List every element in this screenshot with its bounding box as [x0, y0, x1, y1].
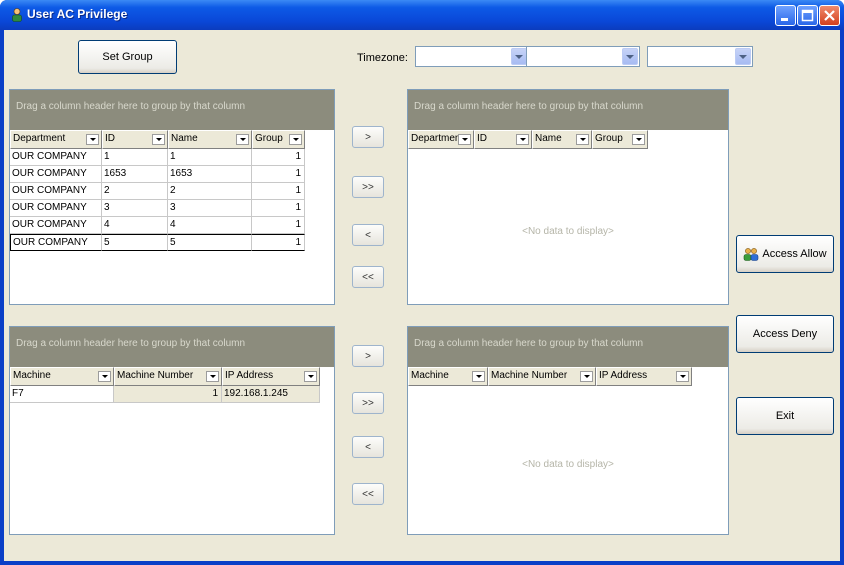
group-by-panel[interactable]: Drag a column header here to group by th…: [408, 90, 728, 130]
client-area: Set Group Timezone: Drag a column header…: [4, 30, 840, 561]
table-row[interactable]: OUR COMPANY 1653 1653 1: [10, 166, 305, 183]
empty-grid-message: <No data to display>: [522, 226, 614, 237]
exit-button[interactable]: Exit: [736, 397, 834, 435]
column-header-machine[interactable]: Machine: [10, 367, 114, 386]
grid-rows: OUR COMPANY 1 1 1 OUR COMPANY 1653 1653 …: [10, 149, 305, 251]
title-bar[interactable]: User AC Privilege: [0, 0, 844, 30]
filter-dropdown-icon[interactable]: [516, 134, 529, 145]
available-machines-grid[interactable]: Drag a column header here to group by th…: [9, 326, 335, 535]
filter-dropdown-icon[interactable]: [458, 134, 471, 145]
privileged-users-grid[interactable]: Drag a column header here to group by th…: [407, 89, 729, 305]
filter-dropdown-icon[interactable]: [304, 371, 317, 382]
column-header-ip-address[interactable]: IP Address: [596, 367, 692, 386]
column-header-id[interactable]: ID: [474, 130, 532, 149]
filter-dropdown-icon[interactable]: [580, 371, 593, 382]
filter-dropdown-icon[interactable]: [86, 134, 99, 145]
filter-dropdown-icon[interactable]: [289, 134, 302, 145]
table-row[interactable]: OUR COMPANY 3 3 1: [10, 200, 305, 217]
timezone-select-3[interactable]: [647, 46, 753, 67]
timezone-select-1[interactable]: [415, 46, 529, 67]
remove-user-button[interactable]: <: [352, 224, 384, 246]
column-header-machine-number[interactable]: Machine Number: [114, 367, 222, 386]
column-header-group[interactable]: Group: [592, 130, 648, 149]
set-group-button[interactable]: Set Group: [78, 40, 177, 74]
grid-header: Department ID Name Group: [408, 130, 648, 149]
column-header-department[interactable]: Department: [408, 130, 474, 149]
column-header-id[interactable]: ID: [102, 130, 168, 149]
column-header-group[interactable]: Group: [252, 130, 305, 149]
column-header-machine[interactable]: Machine: [408, 367, 488, 386]
filter-dropdown-icon[interactable]: [472, 371, 485, 382]
filter-dropdown-icon[interactable]: [152, 134, 165, 145]
minimize-button[interactable]: [775, 5, 796, 26]
dropdown-arrow-icon[interactable]: [622, 48, 638, 65]
close-icon: [824, 10, 835, 21]
table-row[interactable]: OUR COMPANY 2 2 1: [10, 183, 305, 200]
window: User AC Privilege Set Group Timezone: Dr…: [0, 0, 844, 565]
access-deny-button[interactable]: Access Deny: [736, 315, 834, 353]
add-all-machines-button[interactable]: >>: [352, 392, 384, 414]
filter-dropdown-icon[interactable]: [632, 134, 645, 145]
minimize-icon: [781, 18, 788, 21]
grid-header: Machine Machine Number IP Address: [408, 367, 692, 386]
access-deny-label: Access Deny: [752, 328, 818, 340]
filter-dropdown-icon[interactable]: [98, 371, 111, 382]
exit-label: Exit: [775, 410, 795, 422]
filter-dropdown-icon[interactable]: [206, 371, 219, 382]
table-row[interactable]: OUR COMPANY 4 4 1: [10, 217, 305, 234]
group-by-panel[interactable]: Drag a column header here to group by th…: [10, 327, 334, 367]
window-title: User AC Privilege: [27, 7, 128, 21]
users-icon: [744, 248, 759, 261]
close-button[interactable]: [819, 5, 840, 26]
column-header-department[interactable]: Department: [10, 130, 102, 149]
timezone-label: Timezone:: [357, 52, 408, 64]
add-machine-button[interactable]: >: [352, 345, 384, 367]
add-all-users-button[interactable]: >>: [352, 176, 384, 198]
remove-all-machines-button[interactable]: <<: [352, 483, 384, 505]
table-row[interactable]: F7 1 192.168.1.245: [10, 386, 320, 403]
available-users-grid[interactable]: Drag a column header here to group by th…: [9, 89, 335, 305]
remove-machine-button[interactable]: <: [352, 436, 384, 458]
grid-header: Department ID Name Group: [10, 130, 305, 149]
table-row-selected[interactable]: OUR COMPANY 5 5 1: [10, 234, 305, 251]
timezone-select-2[interactable]: [526, 46, 640, 67]
access-allow-label: Access Allow: [762, 248, 827, 260]
filter-dropdown-icon[interactable]: [676, 371, 689, 382]
set-group-label: Set Group: [102, 51, 153, 63]
grid-header: Machine Machine Number IP Address: [10, 367, 320, 386]
privileged-machines-grid[interactable]: Drag a column header here to group by th…: [407, 326, 729, 535]
maximize-button[interactable]: [797, 5, 818, 26]
empty-grid-message: <No data to display>: [522, 459, 614, 470]
group-by-panel[interactable]: Drag a column header here to group by th…: [408, 327, 728, 367]
filter-dropdown-icon[interactable]: [236, 134, 249, 145]
table-row[interactable]: OUR COMPANY 1 1 1: [10, 149, 305, 166]
maximize-icon: [801, 9, 814, 22]
add-user-button[interactable]: >: [352, 126, 384, 148]
column-header-name[interactable]: Name: [532, 130, 592, 149]
remove-all-users-button[interactable]: <<: [352, 266, 384, 288]
filter-dropdown-icon[interactable]: [576, 134, 589, 145]
column-header-name[interactable]: Name: [168, 130, 252, 149]
dropdown-arrow-icon[interactable]: [735, 48, 751, 65]
dropdown-arrow-icon[interactable]: [511, 48, 527, 65]
app-icon: [12, 8, 22, 22]
group-by-panel[interactable]: Drag a column header here to group by th…: [10, 90, 334, 130]
column-header-ip-address[interactable]: IP Address: [222, 367, 320, 386]
access-allow-button[interactable]: Access Allow: [736, 235, 834, 273]
grid-rows: F7 1 192.168.1.245: [10, 386, 320, 403]
column-header-machine-number[interactable]: Machine Number: [488, 367, 596, 386]
